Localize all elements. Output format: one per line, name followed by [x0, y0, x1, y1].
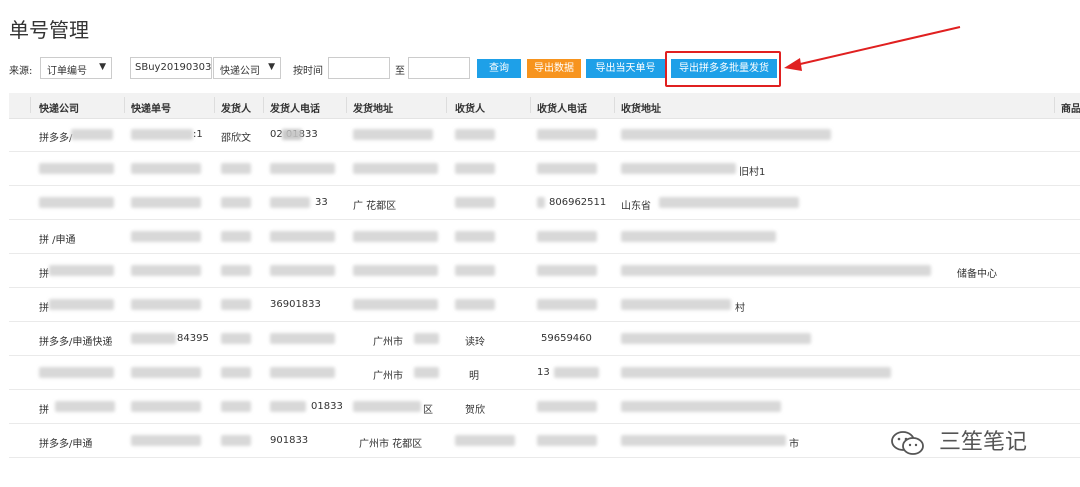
courier-select-value: 快递公司 — [220, 66, 260, 77]
cell-receiver-address: 储备中心 — [957, 269, 997, 280]
start-date-input[interactable] — [328, 57, 390, 79]
cell-receiver: 贺欣 — [465, 405, 485, 416]
watermark-text: 三笙笔记 — [939, 430, 1028, 455]
export-today-button[interactable]: 导出当天单号 — [586, 59, 665, 78]
cell-courier: 拼 — [39, 405, 49, 416]
cell-sender-phone: 01833 — [311, 401, 343, 412]
cell-receiver-address: 市 — [789, 439, 799, 450]
source-select-value: 订单编号 — [47, 66, 87, 77]
cell-sender-phone: 901833 — [270, 435, 309, 446]
page-title: 单号管理 — [9, 18, 89, 42]
to-label: 至 — [395, 66, 405, 77]
table-row[interactable]: 拼 36901833 村 — [9, 288, 1080, 322]
order-no-input[interactable]: SBuy201903035 — [130, 57, 212, 79]
chevron-down-icon: ▼ — [268, 62, 275, 72]
cell-receiver: 明 — [469, 371, 479, 382]
table-row[interactable]: 拼 01833 区 贺欣 — [9, 390, 1080, 424]
cell-receiver-address: 山东省 — [621, 201, 651, 212]
query-button[interactable]: 查询 — [477, 59, 521, 78]
col-sender: 发货人 — [221, 104, 251, 115]
table-row[interactable]: 拼多多/申通快递 84395 广州市 读玲 59659460 — [9, 322, 1080, 356]
cell-courier: 拼多多/申通 — [39, 439, 93, 450]
table-row[interactable]: 拼多多/ :1 邵欣文 02 01833 — [9, 118, 1080, 152]
col-sender-address: 发货地址 — [353, 104, 393, 115]
cell-courier: 拼 — [39, 303, 49, 314]
table-row[interactable]: 拼 /申通 — [9, 220, 1080, 254]
col-tracking: 快递单号 — [131, 104, 171, 115]
export-data-button[interactable]: 导出数据 — [527, 59, 581, 78]
source-label: 来源: — [9, 66, 33, 77]
col-receiver-phone: 收货人电话 — [537, 104, 587, 115]
source-select[interactable]: 订单编号 ▼ — [40, 57, 112, 79]
cell-receiver-phone: 806962511 — [549, 197, 607, 208]
cell-receiver-address: 旧村1 — [739, 167, 766, 178]
table-row[interactable]: 广州市 明 13 — [9, 356, 1080, 390]
cell-sender-address: 广州市 — [373, 337, 403, 348]
cell-sender-phone: 33 — [315, 197, 328, 208]
cell-courier: 拼多多/申通快递 — [39, 337, 113, 348]
cell-courier: 拼多多/ — [39, 133, 73, 144]
col-receiver: 收货人 — [455, 104, 485, 115]
order-no-value: SBuy201903035 — [135, 62, 212, 73]
courier-select[interactable]: 快递公司 ▼ — [213, 57, 281, 79]
watermark: 三笙笔记 — [890, 424, 1027, 456]
table-header: 快递公司 快递单号 发货人 发货人电话 发货地址 收货人 收货人电话 收货地址 … — [9, 93, 1080, 119]
wechat-icon — [891, 431, 924, 455]
time-label: 按时间 — [293, 66, 323, 77]
table-row[interactable]: 33 广 花都区 806962511 山东省 — [9, 186, 1080, 220]
cell-receiver: 读玲 — [465, 337, 485, 348]
cell-courier: 拼 /申通 — [39, 235, 76, 246]
cell-courier: 拼 — [39, 269, 49, 280]
table-body: 拼多多/ :1 邵欣文 02 01833 旧村1 33 广 花都区 806962… — [9, 118, 1080, 458]
filter-toolbar: 来源: 订单编号 ▼ SBuy201903035 快递公司 ▼ 按时间 至 查询… — [0, 56, 1080, 80]
cell-sender-address: 区 — [423, 405, 433, 416]
cell-sender: 邵欣文 — [221, 133, 251, 144]
highlight-box — [665, 51, 781, 87]
cell-receiver-phone: 59659460 — [541, 333, 592, 344]
table-row[interactable]: 旧村1 — [9, 152, 1080, 186]
cell-sender-address: 广州市 花都区 — [359, 439, 423, 450]
cell-receiver-phone: 13 — [537, 367, 550, 378]
cell-tracking: :1 — [193, 129, 203, 140]
cell-sender-address: 广州市 — [373, 371, 403, 382]
col-sender-phone: 发货人电话 — [270, 104, 320, 115]
cell-sender-phone: 36901833 — [270, 299, 321, 310]
chevron-down-icon: ▼ — [99, 62, 106, 72]
end-date-input[interactable] — [408, 57, 470, 79]
cell-sender-address: 广 花都区 — [353, 201, 397, 212]
table-row[interactable]: 拼 储备中心 — [9, 254, 1080, 288]
cell-tracking: 84395 — [177, 333, 209, 344]
col-goods: 商品 — [1061, 104, 1080, 115]
col-receiver-address: 收货地址 — [621, 104, 661, 115]
cell-receiver-address: 村 — [735, 303, 745, 314]
col-courier: 快递公司 — [39, 104, 79, 115]
